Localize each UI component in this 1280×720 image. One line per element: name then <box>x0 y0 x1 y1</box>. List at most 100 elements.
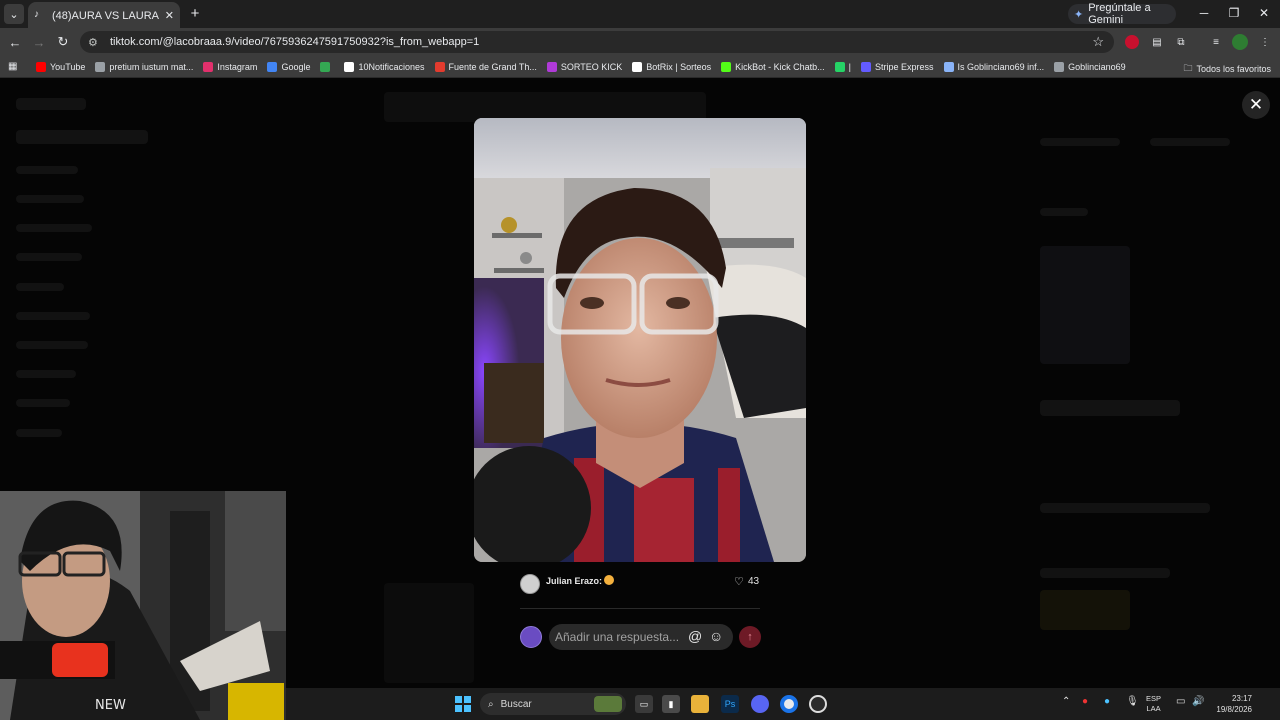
close-story-button[interactable]: ✕ <box>1242 91 1270 119</box>
bookmark-item[interactable]: Is Goblinciano69 inf... <box>943 61 1045 72</box>
extension-card-icon[interactable]: ▤ <box>1149 34 1165 50</box>
search-icon: ⌕ <box>488 698 494 710</box>
send-button[interactable]: ↑ <box>739 626 761 648</box>
bookmark-label: | <box>848 61 852 72</box>
divider <box>520 608 760 609</box>
bookmark-item[interactable]: KickBot - Kick Chatb... <box>721 61 825 72</box>
bookmark-item[interactable]: SORTEO KICK <box>546 61 622 72</box>
bookmark-item[interactable]: BotRix | Sorteos <box>632 61 712 72</box>
tray-app-icon[interactable]: ● <box>1082 696 1088 707</box>
tray-app-icon[interactable]: ● <box>1104 696 1110 707</box>
taskbar-search[interactable]: ⌕ Buscar <box>480 693 626 715</box>
tab-title: (48)AURA VS LAURA 🔥💀 #la <box>52 9 161 22</box>
reply-input[interactable]: Añadir una respuesta... <box>549 624 733 650</box>
sidebar-item <box>16 370 76 378</box>
tab-search-button[interactable]: ⌄ <box>4 4 24 24</box>
bookmark-item[interactable]: Fuente de Grand Th... <box>434 61 537 72</box>
bookmarks-bar: ▦ YouTube pretium iustum mat... Instagram G… <box>0 56 1280 78</box>
bookmark-item[interactable] <box>320 61 334 72</box>
clock[interactable]: 23:17 19/8/2026 <box>1208 693 1252 715</box>
webcam-overlay: NEW <box>0 491 286 720</box>
story-video[interactable] <box>474 118 806 562</box>
photoshop-icon[interactable]: Ps <box>721 695 739 713</box>
tiktok-icon: ♪ <box>34 9 39 20</box>
sidebar-item <box>16 399 70 407</box>
bookmark-star-icon[interactable]: ☆ <box>1092 34 1104 50</box>
bookmark-label: Is Goblinciano69 inf... <box>957 61 1045 72</box>
address-bar[interactable]: ⚙ tiktok.com/@lacobraaa.9/video/76759362… <box>80 31 1114 53</box>
bookmark-label: pretium iustum mat... <box>109 61 194 72</box>
close-tab-icon[interactable]: ✕ <box>165 9 174 22</box>
tab-list-icon[interactable]: ≡ <box>1208 34 1224 50</box>
story-video-frame <box>474 118 806 562</box>
lang-top: ESP <box>1146 694 1162 703</box>
task-view-icon[interactable]: ▭ <box>635 695 653 713</box>
emoji-icon[interactable]: ☺ <box>709 628 723 644</box>
network-icon[interactable]: ▭ <box>1176 696 1185 707</box>
file-explorer-icon[interactable] <box>691 695 709 713</box>
bookmark-label: BotRix | Sorteos <box>646 61 712 72</box>
tiktok-logo <box>16 98 86 110</box>
bookmark-item[interactable]: YouTube <box>36 61 85 72</box>
minimize-button[interactable]: ─ <box>1194 4 1214 22</box>
windows-start-icon[interactable] <box>455 696 471 712</box>
reply-placeholder: Añadir una respuesta... <box>555 630 680 644</box>
extensions-puzzle-icon[interactable]: ⧉ <box>1173 34 1189 50</box>
sidebar-item <box>16 166 78 174</box>
globe-icon <box>1054 61 1065 72</box>
sidebar-item <box>16 341 88 349</box>
bookmark-label: 10Notificaciones <box>358 61 425 72</box>
menu-dots-icon[interactable]: ⋮ <box>1257 34 1273 50</box>
bookmark-item[interactable]: | <box>834 61 852 72</box>
chevron-up-icon[interactable]: ⌃ <box>1062 696 1070 707</box>
bookmark-item[interactable]: pretium iustum mat... <box>95 61 194 72</box>
sidebar-item <box>16 195 84 203</box>
lang-bottom: LAA <box>1146 704 1161 713</box>
back-button[interactable]: ← <box>6 33 24 51</box>
reply-author[interactable]: Julian Erazo: <box>546 576 602 586</box>
language-indicator[interactable]: ESP LAA <box>1146 694 1161 714</box>
x-icon <box>344 61 355 72</box>
reload-button[interactable]: ↻ <box>54 33 72 51</box>
all-bookmarks-button[interactable]: 🗀 Todos los favoritos <box>1183 61 1271 77</box>
bookmark-item[interactable]: Goblinciano69 <box>1054 61 1126 72</box>
heart-icon[interactable]: ♡ <box>734 575 744 588</box>
bookmark-item[interactable]: Instagram <box>203 61 257 72</box>
stripe-icon <box>861 61 872 72</box>
microphone-icon[interactable]: 🎙 <box>1126 696 1139 707</box>
comment-ghost <box>1040 568 1170 578</box>
chrome-icon[interactable] <box>780 695 798 713</box>
video-ghost <box>384 583 474 683</box>
gemini-icon: ✦ <box>1074 8 1084 21</box>
new-tab-button[interactable]: + <box>186 4 204 22</box>
folder-icon: 🗀 <box>1183 63 1193 73</box>
discord-icon[interactable] <box>751 695 769 713</box>
gemini-button[interactable]: ✦ Pregúntale a Gemini <box>1068 2 1176 26</box>
bookmark-item[interactable]: Stripe Express <box>861 61 934 72</box>
maximize-button[interactable]: ❐ <box>1224 4 1244 22</box>
volume-icon[interactable]: 🔊 <box>1192 696 1204 707</box>
pinwheel-icon <box>320 61 331 72</box>
extension-red-icon[interactable] <box>1125 35 1139 49</box>
site-info-icon[interactable]: ⚙ <box>88 36 102 49</box>
comments-tab-ghost <box>1040 138 1120 146</box>
comment-ghost <box>1040 503 1210 513</box>
tab-active[interactable]: ♪ (48)AURA VS LAURA 🔥💀 #la ✕ <box>28 2 180 28</box>
apps-grid-icon[interactable]: ▦ <box>8 61 22 72</box>
bookmark-label: Google <box>281 61 311 72</box>
bookmark-label: Fuente de Grand Th... <box>448 61 537 72</box>
app-icon[interactable] <box>809 695 827 713</box>
search-highlight-icon <box>594 696 622 712</box>
bookmark-label: Goblinciano69 <box>1068 61 1126 72</box>
app-icon[interactable]: ▮ <box>662 695 680 713</box>
bookmark-item[interactable]: 10Notificaciones <box>344 61 425 72</box>
user-avatar <box>520 626 542 648</box>
profile-avatar[interactable] <box>1232 34 1248 50</box>
bookmark-item[interactable]: Google <box>267 61 311 72</box>
globe-icon <box>95 61 106 72</box>
mention-icon[interactable]: @ <box>688 628 702 644</box>
shirt-text: NEW <box>95 698 126 713</box>
forward-button[interactable]: → <box>30 33 48 51</box>
reply-avatar[interactable] <box>520 574 540 594</box>
close-window-button[interactable]: ✕ <box>1254 4 1274 22</box>
